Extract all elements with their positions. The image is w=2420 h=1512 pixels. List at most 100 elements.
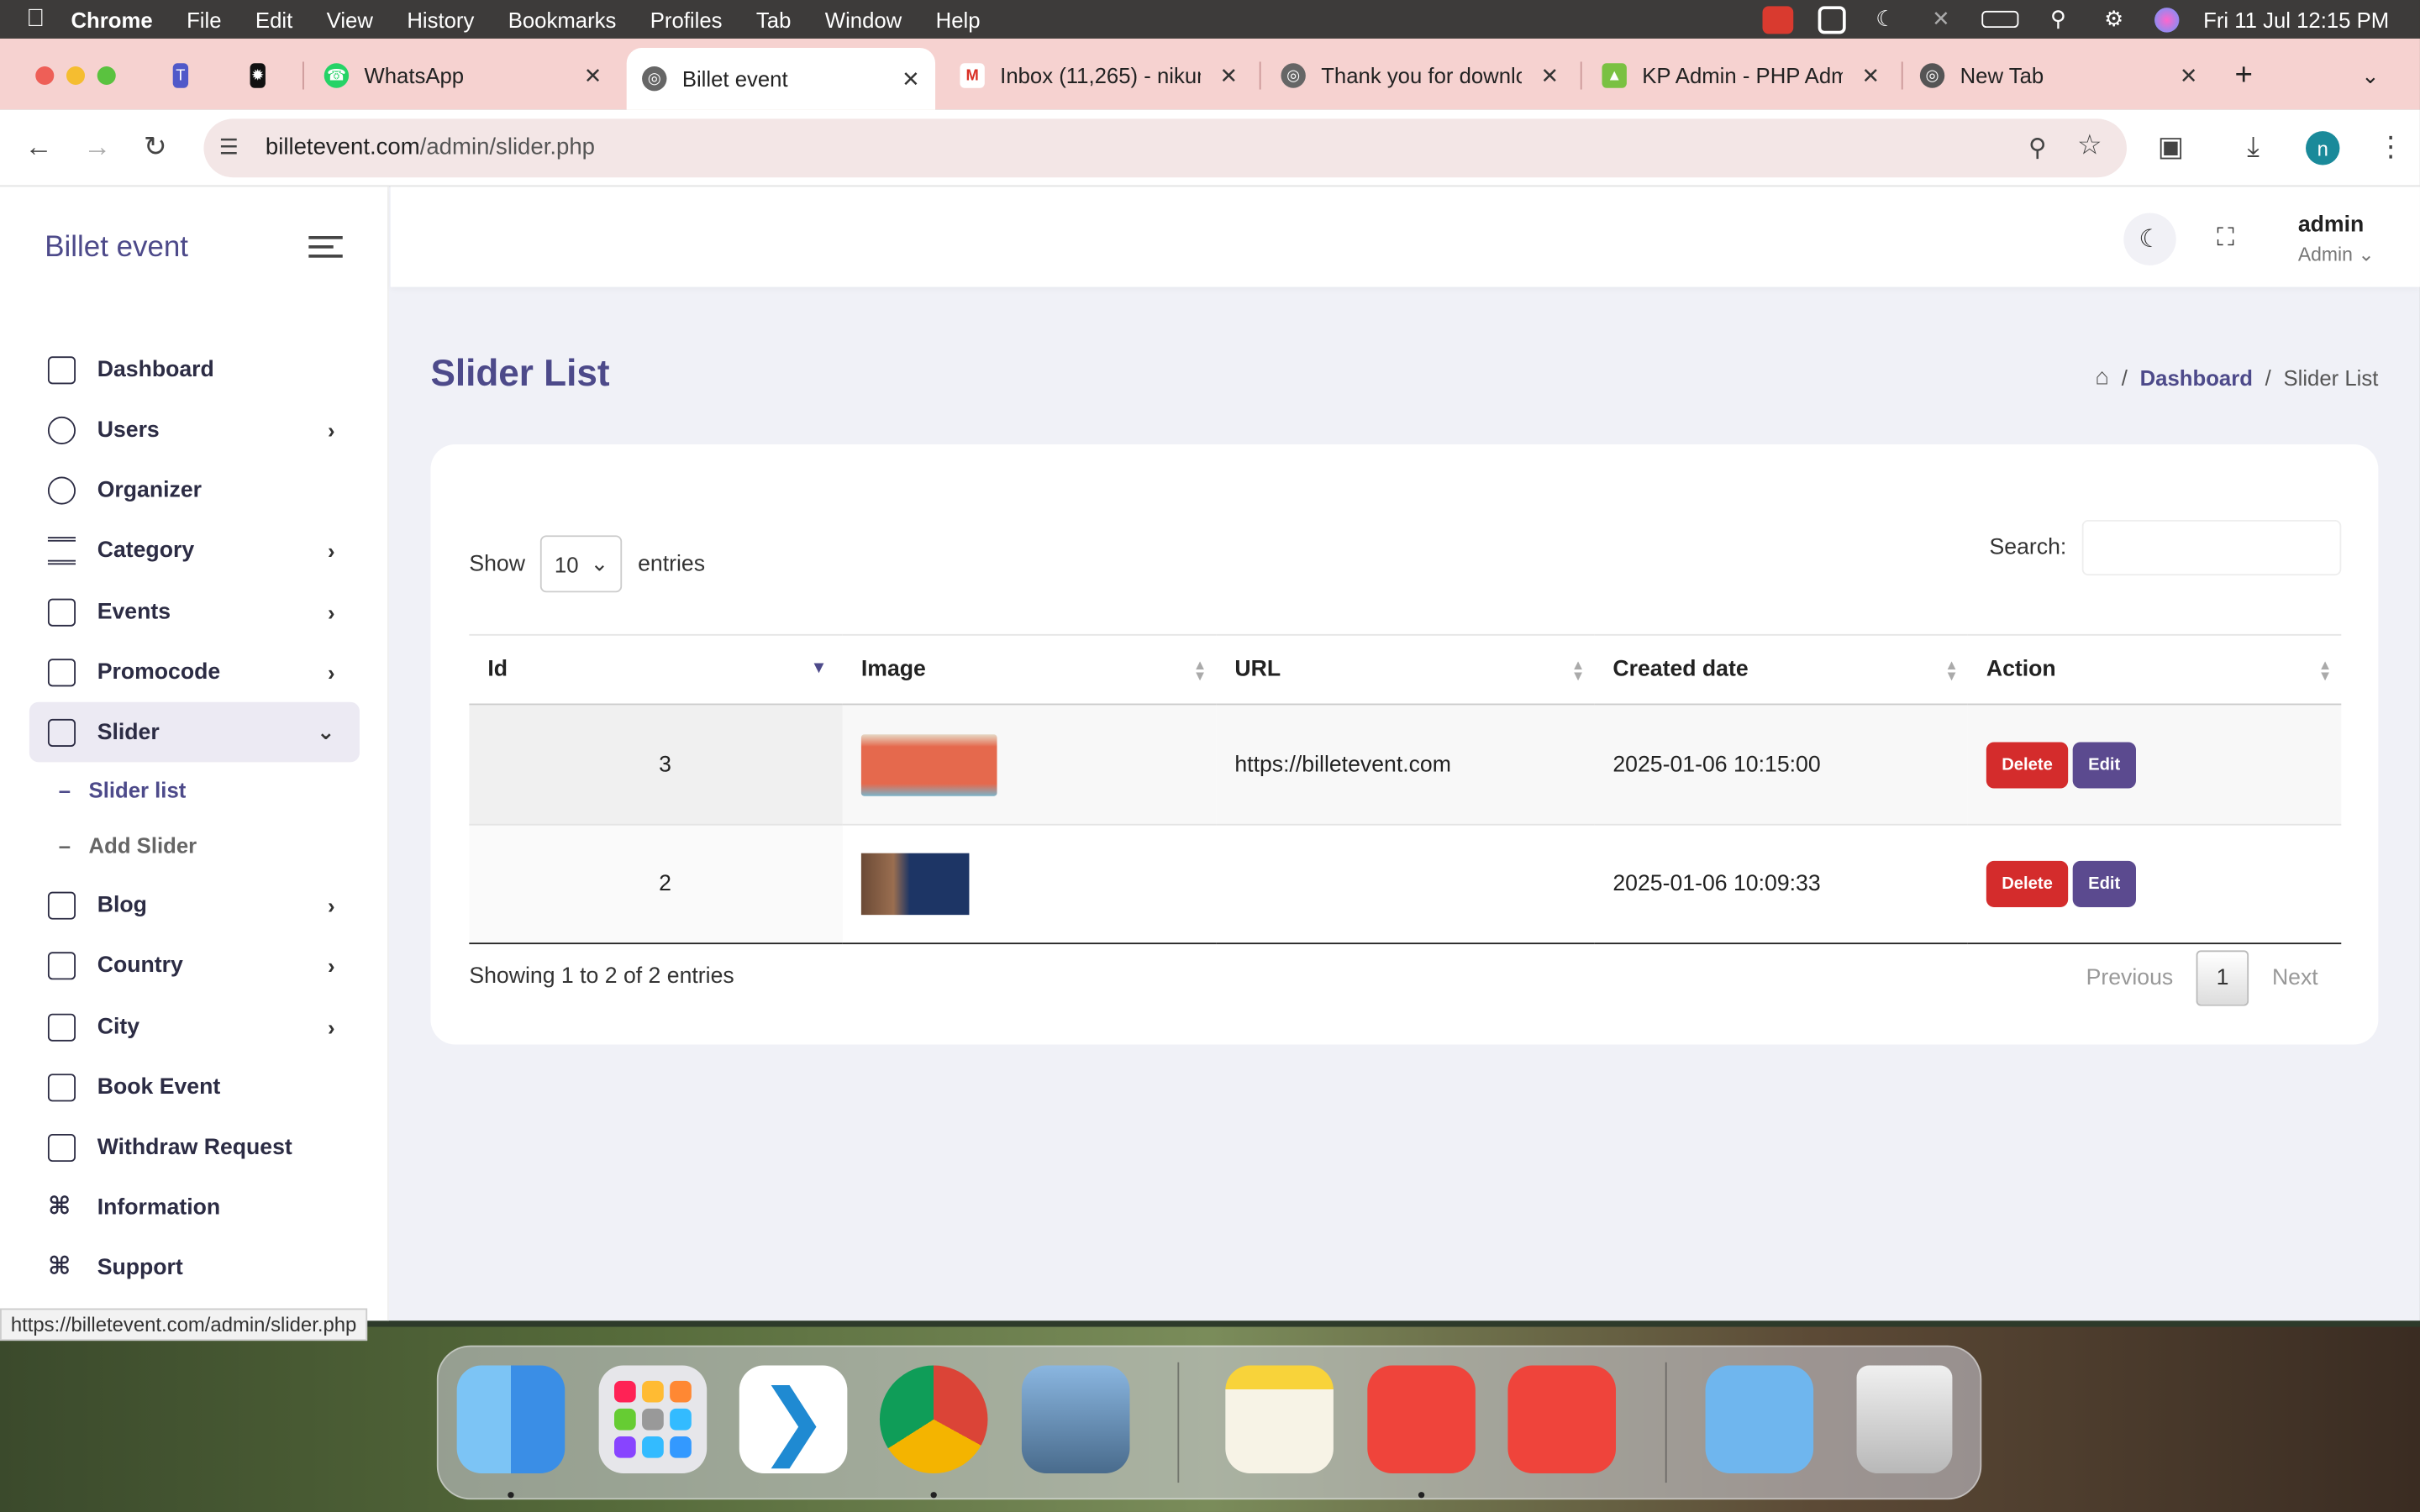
sidebar-item-users[interactable]: Users › (29, 400, 360, 460)
back-icon[interactable]: ← (24, 131, 52, 164)
dark-mode-toggle-icon[interactable]: ☾ (2123, 213, 2176, 265)
slider-thumbnail[interactable] (860, 733, 997, 795)
menu-history[interactable]: History (407, 7, 474, 31)
anydesk-status-icon[interactable] (1761, 5, 1793, 34)
breadcrumb-dashboard-link[interactable]: Dashboard (2140, 365, 2253, 389)
close-icon[interactable]: ✕ (2180, 62, 2198, 88)
fullscreen-icon[interactable]: ⛶ (2199, 213, 2252, 265)
menu-view[interactable]: View (327, 7, 373, 31)
sidebar-item-blog[interactable]: Blog › (29, 874, 360, 935)
bookmark-star-icon[interactable]: ☆ (2077, 129, 2102, 162)
new-tab-button[interactable]: + (2235, 52, 2266, 98)
column-header-image[interactable]: Image ▲ ▼ (842, 633, 1217, 706)
pinned-tab-chatgpt[interactable]: ✹ (250, 52, 281, 98)
site-info-icon[interactable]: ☰ (219, 134, 239, 160)
menu-file[interactable]: File (187, 7, 221, 31)
extensions-icon[interactable]: ▣ (2158, 131, 2184, 164)
menu-help[interactable]: Help (936, 7, 981, 31)
moon-icon[interactable]: ☾ (1870, 6, 1901, 31)
column-header-id[interactable]: Id ▼ (469, 633, 843, 706)
bluetooth-off-icon[interactable]: ✕ (1926, 6, 1957, 31)
download-icon[interactable]: ⤓ (2247, 131, 2260, 164)
close-icon[interactable]: ✕ (1541, 62, 1560, 88)
profile-avatar[interactable]: n (2306, 131, 2340, 165)
menu-edit[interactable]: Edit (255, 7, 292, 31)
sidebar-item-events[interactable]: Events › (29, 581, 360, 642)
window-close-button[interactable] (35, 66, 55, 86)
sidebar-subitem-add-slider[interactable]: – Add Slider (59, 833, 197, 858)
sidebar-item-dashboard[interactable]: Dashboard (29, 339, 360, 400)
tab-whatsapp[interactable]: ☎ WhatsApp ✕ (324, 52, 618, 98)
column-header-action[interactable]: Action ▲ ▼ (1967, 633, 2342, 706)
delete-button[interactable]: Delete (1986, 741, 2069, 788)
sidebar-item-information[interactable]: ⌘ Information (29, 1177, 360, 1237)
downloads-folder-icon[interactable] (1705, 1365, 1814, 1474)
chrome-icon[interactable] (879, 1365, 988, 1474)
edit-button[interactable]: Edit (2072, 741, 2136, 788)
sidebar-item-country[interactable]: Country › (29, 935, 360, 995)
tab-gmail[interactable]: M Inbox (11,265) - nikun ✕ (960, 52, 1253, 98)
page-length-select[interactable]: 10 ⌄ (540, 535, 623, 593)
tab-new-tab[interactable]: ◎ New Tab ✕ (1919, 52, 2213, 98)
menu-app-name[interactable]: Chrome (71, 7, 152, 31)
close-icon[interactable]: ✕ (902, 66, 920, 92)
home-icon[interactable]: ⌂ (2095, 364, 2109, 390)
zoom-icon[interactable]: ⚲ (2028, 133, 2047, 164)
pinned-tab-teams[interactable]: T (172, 52, 204, 98)
tab-kp-admin[interactable]: ▲ KP Admin - PHP Adm ✕ (1602, 52, 1895, 98)
pagination-previous[interactable]: Previous (2063, 950, 2196, 1005)
tab-search-button[interactable]: ⌄ (2361, 52, 2392, 98)
slider-thumbnail[interactable] (860, 853, 970, 916)
menu-profiles[interactable]: Profiles (650, 7, 723, 31)
launchpad-icon[interactable] (598, 1365, 708, 1474)
menu-bookmarks[interactable]: Bookmarks (508, 7, 617, 31)
sidebar-item-organizer[interactable]: Organizer (29, 459, 360, 520)
preview-icon[interactable] (1021, 1365, 1130, 1474)
sidebar-item-city[interactable]: City › (29, 997, 360, 1058)
column-header-created-date[interactable]: Created date ▲ ▼ (1594, 633, 1968, 706)
delete-button[interactable]: Delete (1986, 860, 2069, 907)
more-menu-icon[interactable]: ⋮ (2377, 131, 2405, 164)
menu-window[interactable]: Window (825, 7, 902, 31)
apple-icon[interactable]:  (0, 5, 71, 33)
pagination-next[interactable]: Next (2249, 950, 2341, 1005)
menu-toggle-icon[interactable] (308, 236, 343, 264)
menubar-datetime[interactable]: Fri 11 Jul 12:15 PM (2203, 7, 2389, 31)
window-minimize-button[interactable] (66, 66, 86, 86)
url-text[interactable]: billetevent.com/admin/slider.php (266, 134, 595, 160)
sidebar-subitem-slider-list[interactable]: – Slider list (59, 778, 187, 802)
user-name[interactable]: admin (2298, 213, 2364, 237)
notes-icon[interactable] (1225, 1365, 1334, 1474)
user-role-dropdown[interactable]: Admin ⌄ (2298, 242, 2375, 265)
screen-record-icon[interactable] (1817, 5, 1846, 34)
control-center-icon[interactable]: ⚙ (2098, 6, 2129, 31)
search-icon[interactable]: ⚲ (2043, 6, 2074, 31)
close-icon[interactable]: ✕ (1219, 62, 1238, 88)
sidebar-item-withdraw-request[interactable]: Withdraw Request (29, 1117, 360, 1178)
edit-button[interactable]: Edit (2072, 860, 2136, 907)
sidebar-item-slider[interactable]: Slider ⌄ (29, 701, 360, 763)
sidebar-item-category[interactable]: Category › (29, 520, 360, 580)
pagination-page-1[interactable]: 1 (2196, 950, 2249, 1006)
close-icon[interactable]: ✕ (584, 62, 602, 88)
window-zoom-button[interactable] (97, 66, 116, 86)
trash-icon[interactable] (1856, 1365, 1953, 1474)
vscode-icon[interactable]: ❯ (739, 1365, 848, 1474)
siri-icon[interactable] (2154, 7, 2179, 32)
sidebar-item-book-event[interactable]: Book Event (29, 1057, 360, 1117)
close-icon[interactable]: ✕ (1862, 62, 1881, 88)
column-header-url[interactable]: URL ▲ ▼ (1216, 633, 1595, 706)
brand-logo[interactable]: Billet event (45, 232, 188, 265)
tab-billet-event[interactable]: ◎ Billet event ✕ (626, 47, 936, 110)
battery-icon[interactable] (1981, 10, 2018, 29)
reload-icon[interactable]: ↻ (144, 131, 167, 164)
tab-thank-you[interactable]: ◎ Thank you for downlo ✕ (1281, 52, 1574, 98)
search-input[interactable] (2081, 519, 2342, 576)
forward-icon[interactable]: → (83, 131, 111, 164)
anydesk-icon[interactable] (1507, 1365, 1617, 1474)
address-bar[interactable]: ☰ billetevent.com/admin/slider.php ⚲ ☆ (203, 118, 2127, 178)
menu-tab[interactable]: Tab (756, 7, 791, 31)
sidebar-item-promocode[interactable]: Promocode › (29, 642, 360, 702)
anydesk-icon[interactable] (1367, 1365, 1476, 1474)
finder-icon[interactable] (456, 1365, 566, 1474)
